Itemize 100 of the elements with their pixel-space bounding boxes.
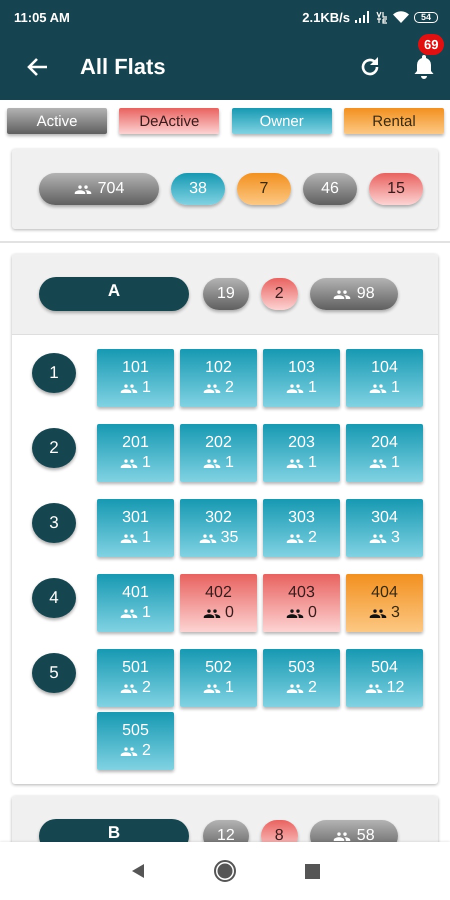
flat-number: 503	[288, 659, 315, 677]
member-count: 1	[225, 679, 234, 697]
count-pill: 15	[369, 173, 423, 205]
flat-number: 103	[288, 359, 315, 377]
flat-number: 101	[122, 359, 149, 377]
flat-tile[interactable]: 104 1	[346, 349, 423, 407]
flat-tile[interactable]: 501 2	[97, 649, 174, 707]
flat-tile[interactable]: 103 1	[263, 349, 340, 407]
count-pill: 2	[260, 278, 298, 310]
people-icon	[120, 746, 138, 756]
member-count: 2	[308, 679, 317, 697]
block-name[interactable]: B	[39, 819, 189, 842]
member-count: 98	[356, 285, 375, 303]
flat-number: 404	[371, 584, 398, 602]
flat-tile[interactable]: 304 3	[346, 499, 423, 557]
flat-tile[interactable]: 301 1	[97, 499, 174, 557]
back-nav-icon[interactable]	[130, 863, 146, 879]
floor-number: 2	[32, 428, 76, 468]
flat-number: 403	[288, 584, 315, 602]
member-count: 58	[356, 827, 375, 842]
signal-icon	[355, 11, 371, 23]
people-icon	[198, 532, 217, 544]
member-count: 1	[142, 529, 151, 547]
flat-tile[interactable]: 402 0	[180, 574, 257, 632]
member-count: 2	[142, 679, 151, 697]
flat-tile[interactable]: 404 3	[346, 574, 423, 632]
people-icon	[74, 184, 92, 194]
count-pill: 46	[303, 173, 357, 205]
member-count: 1	[225, 454, 234, 472]
people-icon	[369, 608, 388, 618]
member-count: 2	[225, 379, 234, 397]
people-icon	[120, 382, 138, 394]
flat-number: 202	[205, 434, 232, 452]
flat-number: 204	[371, 434, 398, 452]
count-pill: 8	[260, 820, 298, 842]
member-count: 2	[308, 529, 317, 547]
flat-tile[interactable]: 504 12	[346, 649, 423, 707]
member-count: 0	[225, 604, 234, 622]
block-name[interactable]: A	[39, 277, 189, 311]
flat-tile[interactable]: 302 35	[180, 499, 257, 557]
floor-number: 4	[32, 578, 76, 618]
network-speed: 2.1KB/s	[302, 10, 350, 24]
flat-number: 501	[122, 659, 149, 677]
home-nav-icon[interactable]	[213, 859, 238, 883]
legend-chip[interactable]: Rental	[344, 108, 444, 134]
member-count: 1	[391, 379, 400, 397]
flat-number: 303	[288, 509, 315, 527]
people-icon	[364, 682, 383, 694]
flat-number: 502	[205, 659, 232, 677]
flat-number: 402	[205, 584, 232, 602]
floor-number: 3	[32, 503, 76, 543]
flat-number: 301	[122, 509, 149, 527]
flat-tile[interactable]: 101 1	[97, 349, 174, 407]
member-count: 1	[142, 604, 151, 622]
member-count: 1	[391, 454, 400, 472]
legend-chip[interactable]: DeActive	[119, 108, 220, 134]
member-count: 1	[142, 379, 151, 397]
volte-icon	[376, 10, 388, 24]
legend-chip[interactable]: Active	[7, 108, 107, 134]
flat-tile[interactable]: 102 2	[180, 349, 257, 407]
member-count: 1	[308, 454, 317, 472]
count-pill: 38	[171, 173, 225, 205]
floor-number: 5	[32, 653, 76, 693]
people-icon	[120, 682, 138, 694]
flat-tile[interactable]: 203 1	[263, 424, 340, 482]
notification-badge: 69	[418, 34, 444, 55]
flat-number: 505	[122, 722, 149, 740]
flat-tile[interactable]: 204 1	[346, 424, 423, 482]
member-count: 1	[142, 454, 151, 472]
people-icon	[286, 382, 304, 394]
flat-tile[interactable]: 201 1	[97, 424, 174, 482]
flat-tile[interactable]: 401 1	[97, 574, 174, 632]
legend-chip[interactable]: Owner	[232, 108, 332, 134]
flat-tile[interactable]: 505 2	[97, 712, 174, 770]
flat-tile[interactable]: 303 2	[263, 499, 340, 557]
flat-tile[interactable]: 202 1	[180, 424, 257, 482]
people-icon	[369, 458, 388, 468]
status-time: 11:05 AM	[14, 10, 70, 24]
wifi-icon	[393, 11, 409, 23]
flat-tile[interactable]: 502 1	[180, 649, 257, 707]
flat-tile[interactable]: 403 0	[263, 574, 340, 632]
member-count: 3	[391, 604, 400, 622]
people-icon	[203, 382, 222, 394]
people-icon	[369, 382, 388, 394]
people-icon	[120, 458, 138, 468]
recents-nav-icon[interactable]	[305, 864, 320, 878]
people-icon	[120, 608, 138, 618]
back-arrow-icon[interactable]	[26, 57, 48, 77]
flat-tile[interactable]: 503 2	[263, 649, 340, 707]
count-pill: 19	[203, 278, 249, 310]
floor-number: 1	[32, 353, 76, 393]
flat-number: 302	[205, 509, 232, 527]
member-count: 704	[98, 180, 124, 198]
people-icon	[120, 532, 138, 544]
people-icon	[369, 532, 388, 544]
member-count: 3	[391, 529, 400, 547]
bell-icon[interactable]	[412, 54, 436, 80]
battery-icon: 54	[414, 12, 438, 22]
screen-title: All Flats	[80, 54, 167, 80]
flat-number: 203	[288, 434, 315, 452]
